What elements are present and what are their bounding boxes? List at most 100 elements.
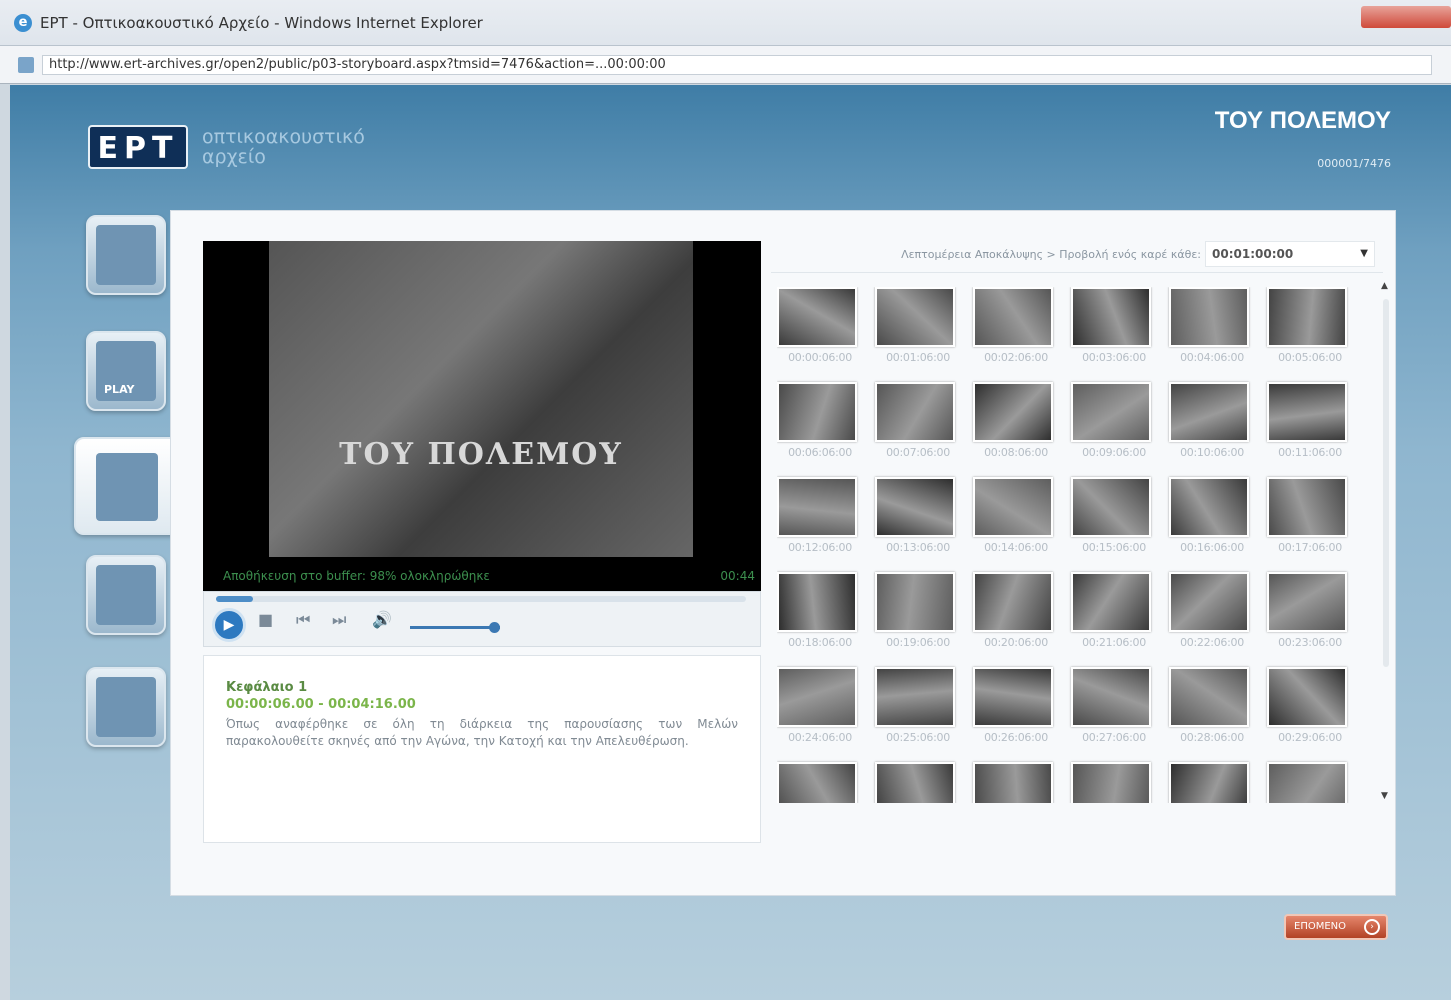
thumbnail-image[interactable]	[777, 667, 857, 727]
thumbnail[interactable]: 00:02:06:00	[973, 287, 1059, 364]
thumbnail-image[interactable]	[973, 382, 1053, 442]
thumbnail-image[interactable]	[777, 287, 857, 347]
thumbnail-image[interactable]	[777, 382, 857, 442]
thumbnail[interactable]: 00:05:06:00	[1267, 287, 1353, 364]
frame-filter-label: Λεπτομέρεια Αποκάλυψης > Προβολή ενός κα…	[901, 248, 1201, 261]
thumbnail-timecode: 00:04:06:00	[1180, 351, 1244, 364]
thumbnail[interactable]: 00:19:06:00	[875, 572, 961, 649]
volume-knob[interactable]	[489, 622, 500, 633]
scroll-up-icon[interactable]: ▲	[1381, 281, 1388, 291]
thumbnail[interactable]: 00:15:06:00	[1071, 477, 1157, 554]
thumbnail[interactable]: 00:07:06:00	[875, 382, 961, 459]
thumbnail-image[interactable]	[1267, 762, 1347, 803]
thumbnail-image[interactable]	[973, 287, 1053, 347]
thumbnail[interactable]: 00:24:06:00	[777, 667, 863, 744]
video-player[interactable]: ΤΟΥ ΠΟΛΕΜΟΥ Αποθήκευση στο buffer: 98% ο…	[203, 241, 761, 591]
thumbnail[interactable]: 00:01:06:00	[875, 287, 961, 364]
thumbnail-scrollbar[interactable]: ▲ ▼	[1381, 281, 1391, 801]
thumbnail-image[interactable]	[973, 572, 1053, 632]
nav-grid-button[interactable]	[86, 555, 166, 635]
thumbnail-image[interactable]	[973, 477, 1053, 537]
thumbnail[interactable]: 00:09:06:00	[1071, 382, 1157, 459]
thumbnail[interactable]: 00:23:06:00	[1267, 572, 1353, 649]
thumbnail[interactable]: 00:17:06:00	[1267, 477, 1353, 554]
thumbnail[interactable]: 00:26:06:00	[973, 667, 1059, 744]
thumbnail-image[interactable]	[875, 287, 955, 347]
thumbnail[interactable]: 00:03:06:00	[1071, 287, 1157, 364]
thumbnail-image[interactable]	[875, 477, 955, 537]
thumbnail[interactable]	[875, 762, 961, 803]
thumbnail[interactable]	[1267, 762, 1353, 803]
thumbnail[interactable]: 00:00:06:00	[777, 287, 863, 364]
thumbnail-image[interactable]	[1071, 762, 1151, 803]
thumbnail[interactable]: 00:18:06:00	[777, 572, 863, 649]
volume-icon[interactable]: 🔊	[372, 610, 392, 629]
thumbnail-image[interactable]	[1267, 572, 1347, 632]
thumbnail-image[interactable]	[875, 667, 955, 727]
chapter-info: Κεφάλαιο 1 00:00:06.00 - 00:04:16.00 Όπω…	[203, 655, 761, 843]
thumbnail[interactable]: 00:20:06:00	[973, 572, 1059, 649]
thumbnail[interactable]: 00:29:06:00	[1267, 667, 1353, 744]
thumbnail-image[interactable]	[973, 762, 1053, 803]
previous-button[interactable]: ⏮	[296, 610, 310, 630]
video-frame[interactable]: ΤΟΥ ΠΟΛΕΜΟΥ	[269, 241, 693, 557]
thumbnail[interactable]: 00:16:06:00	[1169, 477, 1255, 554]
nav-play-button[interactable]: PLAY	[86, 331, 166, 411]
thumbnail[interactable]: 00:22:06:00	[1169, 572, 1255, 649]
thumbnail[interactable]: 00:13:06:00	[875, 477, 961, 554]
next-frame-button[interactable]: ⏭	[332, 610, 346, 630]
stop-button[interactable]: ■	[258, 610, 273, 629]
thumbnail-image[interactable]	[1169, 762, 1249, 803]
thumbnail[interactable]: 00:28:06:00	[1169, 667, 1255, 744]
thumbnail-image[interactable]	[777, 572, 857, 632]
thumbnail-image[interactable]	[1267, 667, 1347, 727]
thumbnail[interactable]: 00:14:06:00	[973, 477, 1059, 554]
next-button[interactable]: ΕΠΟΜΕΝΟ ›	[1284, 914, 1388, 940]
nav-info-button[interactable]	[86, 215, 166, 295]
seek-bar[interactable]	[216, 596, 746, 602]
window-close-button[interactable]	[1361, 6, 1451, 28]
url-field[interactable]: http://www.ert-archives.gr/open2/public/…	[42, 55, 1432, 75]
thumbnail-timecode: 00:02:06:00	[984, 351, 1048, 364]
nav-list-button[interactable]	[86, 667, 166, 747]
thumbnail[interactable]	[777, 762, 863, 803]
thumbnail-image[interactable]	[1169, 667, 1249, 727]
play-button[interactable]: ▶	[212, 608, 246, 642]
thumbnail-image[interactable]	[1071, 667, 1151, 727]
scroll-down-icon[interactable]: ▼	[1381, 791, 1388, 801]
thumbnail-image[interactable]	[777, 762, 857, 803]
thumbnail-image[interactable]	[1267, 382, 1347, 442]
thumbnail[interactable]	[1169, 762, 1255, 803]
thumbnail-image[interactable]	[973, 667, 1053, 727]
thumbnail-image[interactable]	[1071, 572, 1151, 632]
thumbnail-image[interactable]	[875, 382, 955, 442]
thumbnail[interactable]: 00:27:06:00	[1071, 667, 1157, 744]
thumbnail-image[interactable]	[1169, 477, 1249, 537]
thumbnail[interactable]: 00:10:06:00	[1169, 382, 1255, 459]
chevron-down-icon: ▼	[1360, 248, 1368, 259]
thumbnail-image[interactable]	[777, 477, 857, 537]
volume-slider[interactable]	[410, 622, 500, 633]
ert-logo[interactable]: ΕΡΤ οπτικοακουστικό αρχείο	[88, 125, 365, 169]
thumbnail-image[interactable]	[1071, 477, 1151, 537]
thumbnail[interactable]: 00:21:06:00	[1071, 572, 1157, 649]
thumbnail-image[interactable]	[1071, 287, 1151, 347]
thumbnail[interactable]: 00:04:06:00	[1169, 287, 1255, 364]
thumbnail[interactable]: 00:11:06:00	[1267, 382, 1353, 459]
frame-interval-select[interactable]: 00:01:00:00 ▼	[1205, 241, 1375, 267]
thumbnail-image[interactable]	[1267, 287, 1347, 347]
thumbnail[interactable]	[973, 762, 1059, 803]
thumbnail-image[interactable]	[1071, 382, 1151, 442]
thumbnail-image[interactable]	[1169, 382, 1249, 442]
scroll-thumb[interactable]	[1383, 299, 1389, 667]
thumbnail[interactable]: 00:08:06:00	[973, 382, 1059, 459]
thumbnail-image[interactable]	[1169, 287, 1249, 347]
thumbnail-image[interactable]	[1267, 477, 1347, 537]
thumbnail-image[interactable]	[875, 572, 955, 632]
thumbnail[interactable]: 00:12:06:00	[777, 477, 863, 554]
thumbnail[interactable]: 00:06:06:00	[777, 382, 863, 459]
thumbnail-image[interactable]	[875, 762, 955, 803]
thumbnail[interactable]	[1071, 762, 1157, 803]
thumbnail-image[interactable]	[1169, 572, 1249, 632]
thumbnail[interactable]: 00:25:06:00	[875, 667, 961, 744]
